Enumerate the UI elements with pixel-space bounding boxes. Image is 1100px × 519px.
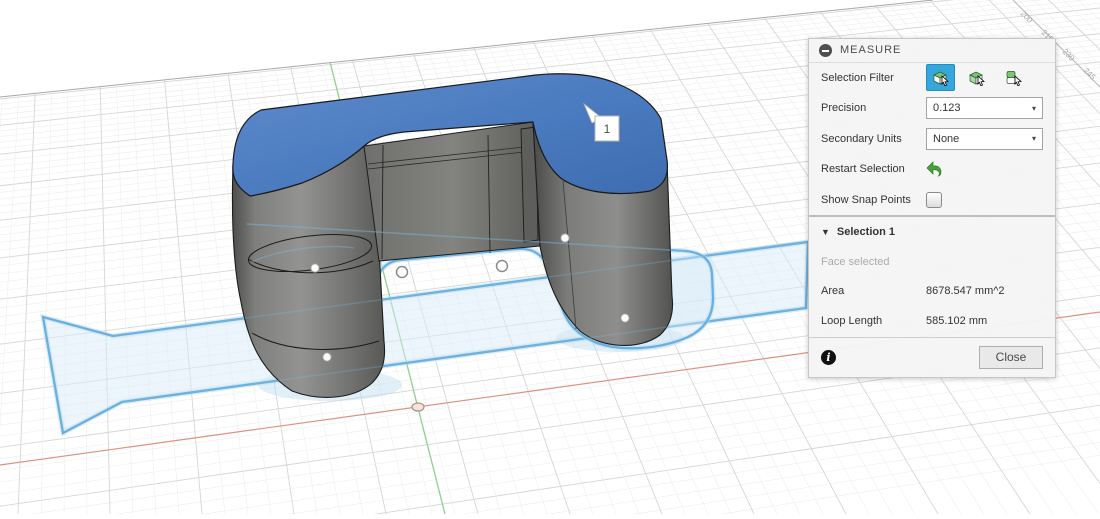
info-icon[interactable]: i xyxy=(821,350,836,365)
precision-value: 0.123 xyxy=(933,102,961,114)
undo-arrow-icon xyxy=(926,161,944,177)
secondary-units-value: None xyxy=(933,133,959,145)
component-select-icon xyxy=(1003,69,1023,87)
loop-length-value: 585.102 mm xyxy=(926,315,987,327)
measure-dialog: MEASURE Selection Filter xyxy=(808,38,1056,378)
show-snap-points-label: Show Snap Points xyxy=(821,194,926,206)
selection-filter-label: Selection Filter xyxy=(821,72,926,84)
body-select-icon xyxy=(967,69,987,87)
area-value: 8678.547 mm^2 xyxy=(926,285,1005,297)
dialog-header[interactable]: MEASURE xyxy=(809,39,1055,63)
triangle-collapse-icon: ▼ xyxy=(821,227,830,237)
filter-body-button[interactable] xyxy=(962,64,991,91)
restart-selection-button[interactable] xyxy=(926,161,944,177)
face-select-icon xyxy=(931,69,951,87)
sketch-point[interactable] xyxy=(497,261,508,272)
filter-component-button[interactable] xyxy=(998,64,1027,91)
selection-1-title: Selection 1 xyxy=(837,226,895,238)
chevron-down-icon: ▾ xyxy=(1032,134,1036,143)
loop-length-row: Loop Length 585.102 mm xyxy=(809,306,1055,336)
sketch-point[interactable] xyxy=(397,267,408,278)
precision-row: Precision 0.123 ▾ xyxy=(809,93,1055,123)
collapse-icon[interactable] xyxy=(819,44,832,57)
restart-selection-label: Restart Selection xyxy=(821,163,926,175)
snap-point xyxy=(561,234,569,242)
precision-dropdown[interactable]: 0.123 ▾ xyxy=(926,97,1043,119)
secondary-units-dropdown[interactable]: None ▾ xyxy=(926,128,1043,150)
precision-label: Precision xyxy=(821,102,926,114)
area-row: Area 8678.547 mm^2 xyxy=(809,276,1055,306)
snap-point xyxy=(311,264,319,272)
show-snap-points-checkbox[interactable] xyxy=(926,192,942,208)
secondary-units-row: Secondary Units None ▾ xyxy=(809,124,1055,154)
chevron-down-icon: ▾ xyxy=(1032,104,1036,113)
selection-status: Face selected xyxy=(821,256,889,268)
filter-face-button[interactable] xyxy=(926,64,955,91)
dialog-footer: i Close xyxy=(809,337,1055,377)
secondary-units-label: Secondary Units xyxy=(821,133,926,145)
area-label: Area xyxy=(821,285,926,297)
loop-length-label: Loop Length xyxy=(821,315,926,327)
snap-point xyxy=(323,353,331,361)
selection-filter-row: Selection Filter xyxy=(809,63,1055,93)
show-snap-points-row: Show Snap Points xyxy=(809,184,1055,214)
dialog-title: MEASURE xyxy=(840,44,901,56)
selection-status-row: Face selected xyxy=(809,247,1055,275)
selection-badge-number: 1 xyxy=(604,122,611,136)
selection-1-header[interactable]: ▼ Selection 1 xyxy=(809,217,1055,247)
close-button[interactable]: Close xyxy=(979,346,1043,369)
snap-point xyxy=(621,314,629,322)
origin-marker[interactable] xyxy=(412,403,424,411)
restart-selection-row: Restart Selection xyxy=(809,154,1055,184)
